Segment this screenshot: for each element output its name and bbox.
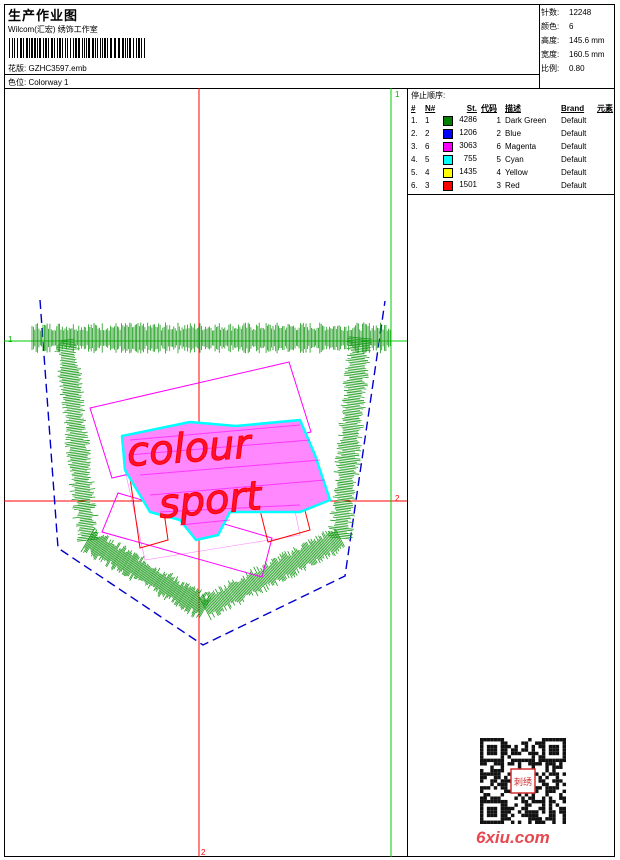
embroidery-canvas: colour sport [4,88,407,857]
guide-label-v2: 2 [201,848,206,857]
watermark: 6xiu.com [476,828,550,847]
design-text-colour: colour [125,421,254,476]
design-text-sport: sport [157,473,265,528]
qr-stamp-text: 刺绣 [514,776,532,787]
guide-label-v1: 1 [395,90,400,99]
guide-label-h1: 1 [8,335,13,344]
qr-code: 刺绣 [480,738,566,824]
guide-label-h2: 2 [395,494,400,503]
